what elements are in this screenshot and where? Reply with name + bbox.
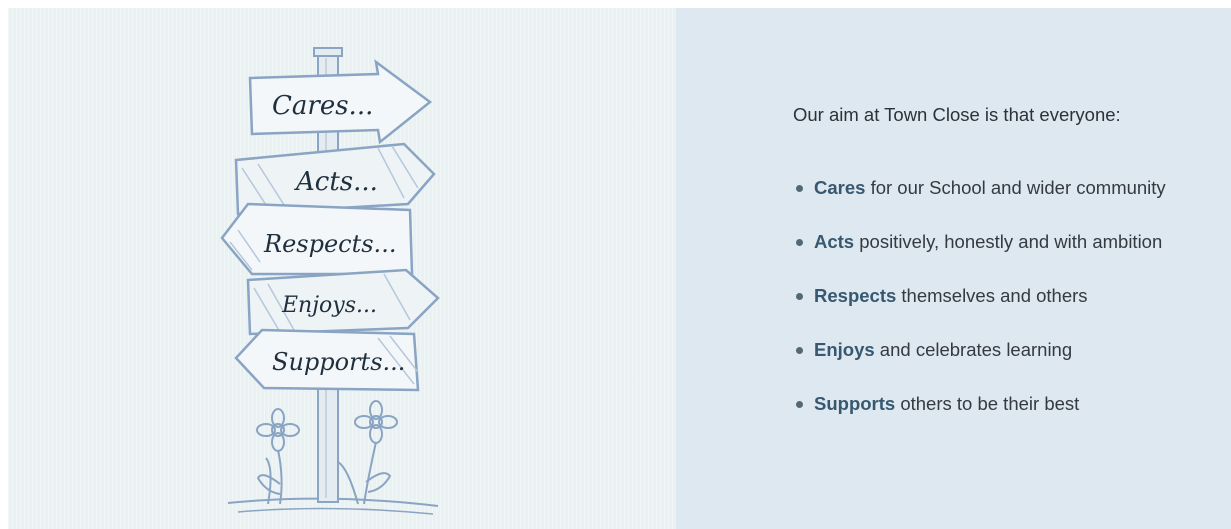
- value-text: for our School and wider community: [865, 177, 1166, 198]
- value-word: Enjoys: [814, 339, 875, 360]
- flower-left-icon: [256, 408, 300, 505]
- value-word: Cares: [814, 177, 866, 198]
- sign-label: Respects...: [263, 230, 396, 258]
- sign-enjoys: Enjoys...: [246, 268, 440, 336]
- value-word: Respects: [814, 285, 897, 306]
- flower-right-icon: [337, 400, 398, 505]
- sign-label: Enjoys...: [281, 293, 377, 318]
- bullet-icon: [796, 401, 803, 408]
- value-item-supports: Supports others to be their best: [796, 391, 1166, 445]
- value-word: Supports: [814, 393, 896, 414]
- sign-cares: Cares...: [248, 59, 433, 145]
- value-item-respects: Respects themselves and others: [796, 283, 1166, 337]
- sign-supports: Supports...: [234, 328, 420, 392]
- illustration-panel: Cares... Acts... Respects... Enjoys... S…: [8, 8, 676, 529]
- aim-intro: Our aim at Town Close is that everyone:: [793, 104, 1121, 125]
- bullet-icon: [796, 239, 803, 246]
- value-text: and celebrates learning: [874, 339, 1073, 360]
- value-item-enjoys: Enjoys and celebrates learning: [796, 337, 1166, 391]
- value-text: positively, honestly and with ambition: [854, 231, 1163, 252]
- values-list: Cares for our School and wider community…: [796, 175, 1166, 445]
- aim-panel: Our aim at Town Close is that everyone: …: [676, 8, 1231, 529]
- value-text: themselves and others: [896, 285, 1088, 306]
- sign-label: Supports...: [272, 348, 405, 376]
- bullet-icon: [796, 185, 803, 192]
- page: Cares... Acts... Respects... Enjoys... S…: [0, 0, 1231, 529]
- bullet-icon: [796, 347, 803, 354]
- value-item-cares: Cares for our School and wider community: [796, 175, 1166, 229]
- value-item-acts: Acts positively, honestly and with ambit…: [796, 229, 1166, 283]
- sign-label: Acts...: [294, 167, 378, 197]
- value-word: Acts: [814, 231, 855, 252]
- sign-respects: Respects...: [220, 202, 414, 276]
- signpost-illustration: Cares... Acts... Respects... Enjoys... S…: [220, 47, 440, 515]
- sign-label: Cares...: [272, 91, 373, 121]
- value-text: others to be their best: [895, 393, 1080, 414]
- bullet-icon: [796, 293, 803, 300]
